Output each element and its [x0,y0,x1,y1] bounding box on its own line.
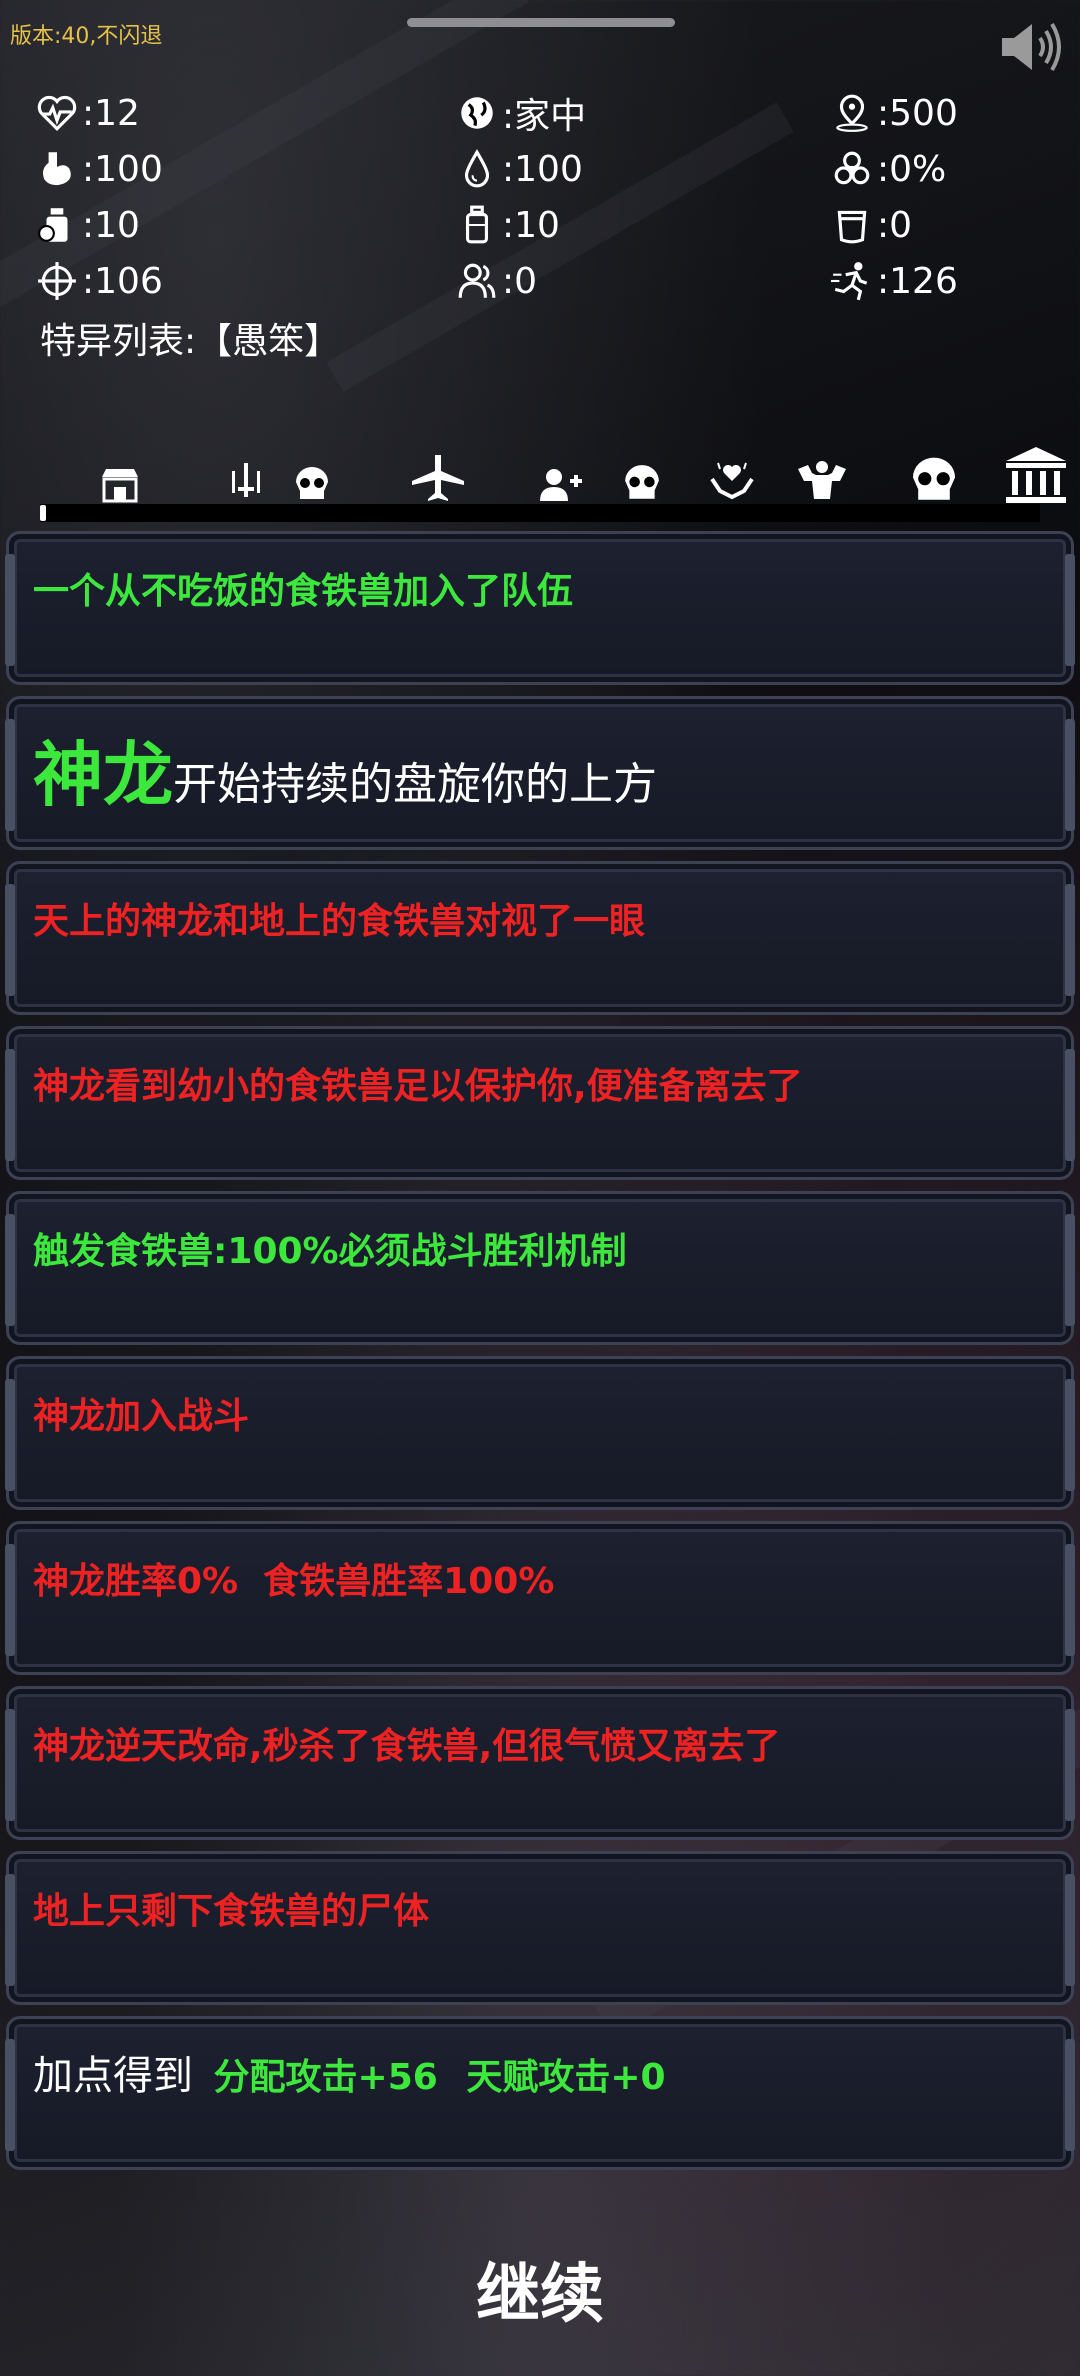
message-card: 神龙逆天改命,秒杀了食铁兽,但很气愤又离去了 [5,1686,1075,1840]
mug-icon [837,210,867,244]
stat-infection: :0% [831,141,946,197]
stats-row: :106 :0 :126 [36,253,1046,309]
weapons-icon[interactable] [224,461,268,501]
heartbeat-icon [37,95,77,131]
stat-value: :0% [877,148,947,190]
message-card: 神龙加入战斗 [5,1356,1075,1510]
stat-hunger: :100 [36,141,163,197]
message-card: 神龙胜率0% 食铁兽胜率100% [5,1521,1075,1675]
stats-row: :10 :10 :0 [36,197,1046,253]
biohazard-icon [834,151,870,185]
skull-icon[interactable] [906,455,962,505]
message-card: 触发食铁兽:100%必须战斗胜利机制 [5,1191,1075,1345]
stat-cup: :0 [831,197,912,253]
message-card: 一个从不吃饭的食铁兽加入了队伍 [5,531,1075,685]
bank-icon[interactable] [1004,445,1068,505]
message-text: 天上的神龙和地上的食铁兽对视了一眼 [33,901,646,942]
stat-food: :10 [36,197,140,253]
message-text: 加点得到 分配攻击+56 天赋攻击+0 [33,2043,666,2101]
stomach-icon [43,152,71,186]
water-drop-icon [464,149,490,188]
stat-location: :家中 [456,85,586,141]
message-card: 地上只剩下食铁兽的尸体 [5,1851,1075,2005]
add-user-icon[interactable] [540,467,582,503]
stat-health: :12 [36,85,140,141]
stat-water: :10 [456,197,560,253]
food-jar-icon [38,208,68,242]
message-prefix: 加点得到 [33,2053,193,2099]
stat-value: :0 [877,204,913,246]
stats-row: :100 :100 :0% [36,141,1046,197]
skull-icon[interactable] [292,465,332,503]
message-text: 神龙逆天改命,秒杀了食铁兽,但很气愤又离去了 [33,1726,781,1767]
message-text: 神龙开始持续的盘旋你的上方 [33,719,657,820]
skull-icon[interactable] [620,463,664,503]
stat-value: :126 [877,260,958,302]
stat-value: :500 [877,92,958,134]
stat-value: :100 [502,148,583,190]
message-text: 地上只剩下食铁兽的尸体 [33,1891,430,1932]
message-text: 一个从不吃饭的食铁兽加入了队伍 [33,571,574,612]
message-text: 神龙胜率0% 食铁兽胜率100% [33,1561,555,1602]
location-pin-icon [836,94,868,132]
stat-value: :家中 [502,96,587,137]
hand-heart-icon[interactable] [710,461,754,503]
message-highlight: 神龙 [33,734,173,816]
scrollbar-thumb[interactable] [40,505,46,521]
stat-team: :0 [456,253,537,309]
stat-value: :100 [82,148,163,190]
version-label: 版本:40,不闪退 [10,24,163,49]
water-bottle-icon [465,205,489,244]
stat-distance: :500 [831,85,958,141]
stat-attack: :106 [36,253,163,309]
message-reward-talent: 天赋攻击+0 [466,2057,666,2098]
stat-value: :10 [82,204,140,246]
stat-speed: :126 [831,253,958,309]
stats-row: :12 :家中 :500 [36,85,1046,141]
stat-value: :106 [82,260,163,302]
crosshair-icon [38,262,76,300]
team-icon [458,263,496,298]
message-text: 神龙加入战斗 [33,1396,250,1437]
toolbar-scrollbar[interactable] [40,504,1040,522]
speaker-icon[interactable] [998,18,1066,76]
toolbar [0,445,1080,505]
message-text: 神龙看到幼小的食铁兽足以保护你,便准备离去了 [33,1066,803,1107]
stats-panel: :12 :家中 :500 :100 :100 :0% :10:10:0:1… [36,85,1046,309]
special-traits-list: 特异列表:【愚笨】 [40,321,341,362]
message-card: 加点得到 分配攻击+56 天赋攻击+0 [5,2016,1075,2170]
message-reward-allocated: 分配攻击+56 [213,2057,438,2098]
running-man-icon [831,262,868,301]
message-card: 天上的神龙和地上的食铁兽对视了一眼 [5,861,1075,1015]
stat-thirst: :100 [456,141,583,197]
shop-icon[interactable] [100,467,140,503]
stat-value: :0 [502,260,538,302]
message-rest: 开始持续的盘旋你的上方 [173,759,657,810]
message-card: 神龙看到幼小的食铁兽足以保护你,便准备离去了 [5,1026,1075,1180]
message-card: 神龙开始持续的盘旋你的上方 [5,696,1075,850]
stat-value: :12 [82,92,140,134]
plane-icon[interactable] [410,453,466,503]
message-text: 触发食铁兽:100%必须战斗胜利机制 [33,1231,627,1272]
stat-value: :10 [502,204,560,246]
continue-button[interactable]: 继续 [440,2255,640,2335]
home-indicator [407,18,675,27]
strength-icon[interactable] [794,459,850,503]
earth-icon [461,97,493,129]
